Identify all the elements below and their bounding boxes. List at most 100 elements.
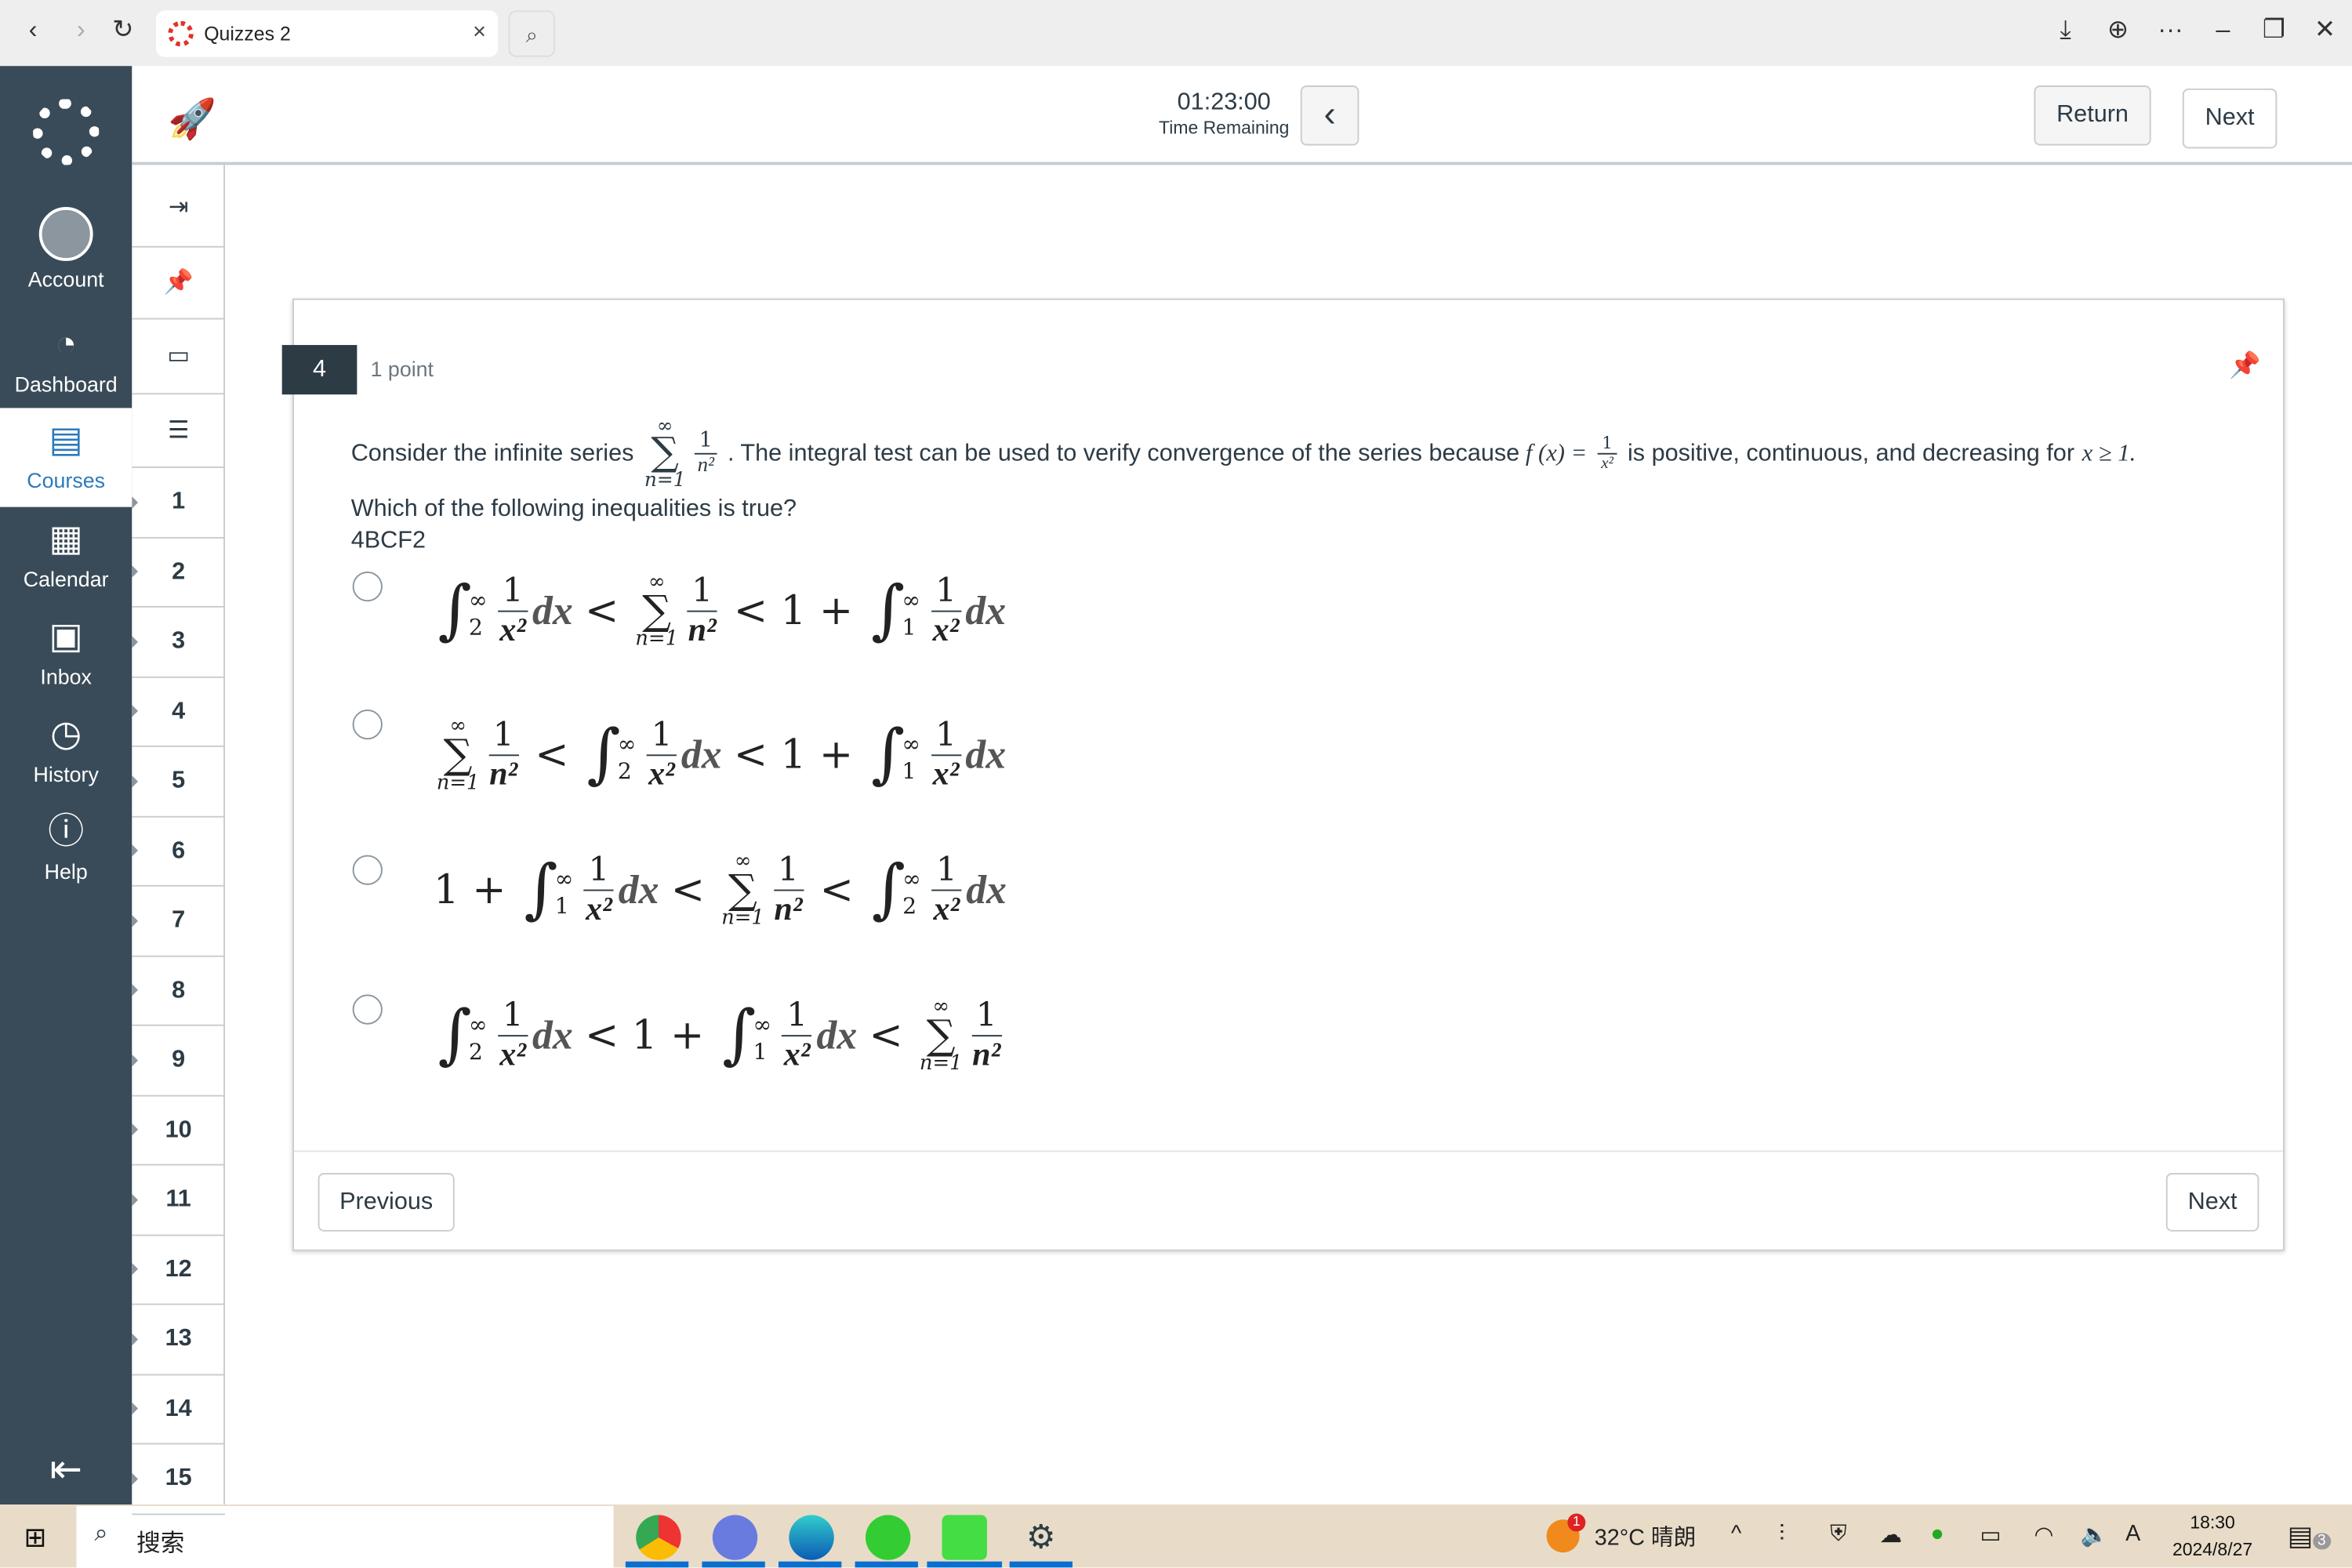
cloud-app-icon[interactable] [712,1515,758,1560]
more-icon[interactable]: ··· [2153,15,2189,45]
notes-icon[interactable]: ☰ [132,394,225,468]
question-nav-item[interactable]: 5 [132,747,225,817]
calculator-icon[interactable]: ▭ [132,320,225,395]
question-nav-item[interactable]: 13 [132,1305,225,1375]
search-placeholder: 搜索 [136,1531,185,1557]
collapse-question-nav-icon[interactable]: ⇥ [132,168,225,248]
question-nav-item[interactable]: 6 [132,817,225,887]
question-number-label: 10 [165,1116,192,1142]
nav-label: Calendar [23,567,109,591]
settings-icon[interactable]: ⚙ [1018,1515,1063,1559]
question-nav-item[interactable]: 2 [132,538,225,608]
option-expression[interactable]: ∫ ∞ 2 1 x² dx < ∞ ∑ n=1 1 n² < 1 + ∫ ∞ 1 1 x² dx [432,572,1006,650]
download-icon[interactable]: ⤓ [2048,15,2084,45]
previous-button[interactable]: Previous [318,1173,455,1232]
option-radio[interactable] [352,994,383,1025]
running-indicator [1009,1561,1073,1568]
question-number-label: 8 [172,977,186,1004]
screen-app-icon[interactable] [942,1515,987,1560]
reload-icon[interactable]: ↻ [105,15,141,45]
question-nav-item[interactable]: 7 [132,887,225,956]
numerator: 1 [931,717,961,757]
clock[interactable]: 18:30 2024/8/27 [2160,1509,2265,1563]
caret-icon [132,1403,139,1415]
notifications-icon[interactable]: ▤ 3 [2288,1521,2331,1552]
pin-icon[interactable]: 📌 [2229,351,2261,381]
question-nav-item[interactable]: 4 [132,677,225,747]
chrome-icon[interactable] [636,1515,681,1560]
header-next-button[interactable]: Next [2182,88,2278,149]
numerator: 1 [497,573,528,612]
question-prompt: Which of the following inequalities is t… [350,496,797,522]
globe-icon[interactable]: ⊕ [2100,15,2136,45]
option-radio[interactable] [352,709,383,740]
tray-chevron-icon[interactable]: ^ [1731,1521,1741,1547]
canvas-logo-icon[interactable] [33,99,100,165]
tray-app-icon[interactable]: ● [1930,1521,1944,1547]
sync-icon[interactable]: ☁ [1879,1521,1902,1548]
volume-icon[interactable]: 🔈 [2081,1521,2109,1548]
security-icon[interactable]: ⛨ [1830,1521,1847,1547]
browser-tab[interactable]: Quizzes 2 × [155,10,499,57]
restore-icon[interactable]: ❐ [2256,15,2292,45]
caret-icon [132,565,139,579]
search-tabs-button[interactable]: ⌕ [508,10,555,57]
nav-dashboard[interactable]: ◔ Dashboard [0,324,132,414]
upper-limit: ∞ [617,731,637,758]
question-nav-item[interactable]: 10 [132,1096,225,1166]
tray-app-icon[interactable]: ⫶ [1779,1521,1784,1547]
nav-help[interactable]: ⓘ Help [0,811,132,902]
question-nav-item[interactable]: 8 [132,956,225,1026]
nav-history[interactable]: ◷ History [0,714,132,804]
option-expression[interactable]: ∫ ∞ 2 1 x² dx < 1 + ∫ ∞ 1 1 x² dx < ∞ ∑ n=1 1 n² [432,996,1006,1074]
nav-courses[interactable]: ▤ Courses [0,408,132,507]
lower-limit: 2 [617,757,632,786]
question-nav-item[interactable]: 1 [132,468,225,538]
windows-start-icon[interactable]: ⊞ [24,1523,47,1554]
nav-label: Courses [27,467,106,492]
summation: ∞ ∑ n=1 [920,996,963,1074]
question-nav-item[interactable]: 3 [132,608,225,677]
edge-icon[interactable] [789,1515,834,1560]
collapse-nav-icon[interactable]: ⇤ [0,1446,132,1492]
back-icon[interactable]: ‹ [15,15,51,45]
close-tab-icon[interactable]: × [473,20,486,45]
toggle-timer-button[interactable]: ‹ [1300,85,1359,146]
wechat-icon[interactable] [865,1515,911,1560]
fraction: 1 x² [931,852,962,927]
fraction: 1 n² [971,998,1002,1073]
differential: dx [816,1012,858,1058]
weather-text[interactable]: 32°C 晴朗 [1595,1521,1697,1552]
operator: < [819,867,854,914]
ime-icon[interactable]: A [2125,1521,2140,1547]
battery-icon[interactable]: ▭ [1980,1521,2002,1548]
close-window-icon[interactable]: ✕ [2307,15,2343,45]
question-nav-item[interactable]: 9 [132,1026,225,1096]
pin-tool-icon[interactable]: 📌 [132,248,225,320]
denominator: n² [489,754,518,793]
minimize-icon[interactable]: – [2205,15,2241,45]
weather-icon[interactable]: 1 [1546,1513,1586,1553]
question-nav-item[interactable]: 11 [132,1166,225,1236]
option-expression[interactable]: ∞ ∑ n=1 1 n² < ∫ ∞ 2 1 x² dx < 1 + ∫ ∞ 1 1 x² dx [432,717,1006,794]
taskbar-search[interactable]: ⌕ 搜索 [76,1505,614,1568]
next-button[interactable]: Next [2165,1173,2259,1232]
return-button[interactable]: Return [2034,85,2151,146]
nav-inbox[interactable]: ▣ Inbox [0,616,132,706]
nav-calendar[interactable]: ▦ Calendar [0,519,132,609]
forward-icon[interactable]: › [63,15,99,45]
timer-label: Time Remaining [1159,117,1290,139]
question-nav-item[interactable]: 12 [132,1236,225,1305]
question-nav-item[interactable]: 15 [132,1444,225,1515]
integral: ∫ ∞ 1 [871,578,920,644]
wifi-icon[interactable]: ◠ [2034,1521,2053,1548]
fraction: 1 n² [687,573,717,648]
question-nav-item[interactable]: 14 [132,1375,225,1445]
option-radio[interactable] [352,571,383,602]
operator: 1 + [433,867,506,914]
option-radio[interactable] [352,855,383,885]
help-icon: ⓘ [48,811,85,852]
nav-account[interactable]: Account [0,207,132,300]
question-text-part: Consider the infinite series [350,440,634,466]
option-expression[interactable]: 1 + ∫ ∞ 1 1 x² dx < ∞ ∑ n=1 1 n² < ∫ ∞ 2 1 x² dx [422,851,1007,929]
